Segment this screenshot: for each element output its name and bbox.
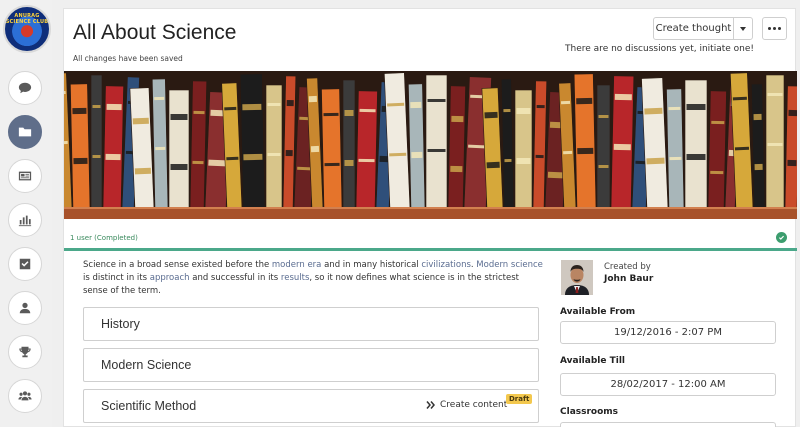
create-content-label: Create content — [440, 400, 508, 410]
nav-profile-button[interactable] — [8, 291, 42, 325]
double-chevron-right-icon — [426, 401, 435, 409]
section-label: Scientific Method — [101, 399, 197, 413]
main-panel: All About Science All changes have been … — [63, 8, 797, 427]
nav-news-button[interactable] — [8, 159, 42, 193]
more-options-button[interactable] — [762, 17, 787, 40]
section-label: Modern Science — [101, 358, 192, 372]
users-completed-link[interactable]: 1 user (Completed) — [70, 234, 138, 242]
nav-content-button[interactable] — [8, 115, 42, 149]
group-icon — [18, 391, 32, 401]
nav-reports-button[interactable] — [8, 203, 42, 237]
creator-avatar-image — [561, 260, 593, 295]
save-status: All changes have been saved — [73, 54, 183, 63]
available-from-field[interactable]: 19/12/2016 - 2:07 PM — [560, 321, 776, 344]
section-history[interactable]: History — [83, 307, 539, 341]
chat-bubble-icon — [18, 82, 32, 94]
created-by-label: Created by — [604, 262, 651, 272]
desc-text: and in many historical — [321, 260, 422, 270]
available-till-field[interactable]: 28/02/2017 - 12:00 AM — [560, 373, 776, 396]
nav-achievements-button[interactable] — [8, 335, 42, 369]
available-till-label: Available Till — [560, 356, 625, 366]
create-thought-button[interactable]: Create thought — [653, 17, 734, 40]
ellipsis-icon — [768, 27, 781, 30]
logo-text: ANURAG SCIENCE CLUB — [5, 13, 49, 25]
link-civilizations[interactable]: civilizations — [421, 260, 471, 270]
link-modern-science[interactable]: Modern science — [476, 260, 543, 270]
link-modern-era[interactable]: modern era — [272, 260, 321, 270]
classrooms-label: Classrooms — [560, 407, 619, 417]
creator-avatar[interactable] — [561, 260, 593, 295]
topic-description: Science in a broad sense existed before … — [83, 259, 543, 298]
sidebar: ANURAG SCIENCE CLUB — [0, 0, 52, 427]
draft-badge: Draft — [506, 394, 533, 404]
user-icon — [19, 302, 31, 314]
completed-check-icon — [776, 232, 787, 243]
link-results[interactable]: results — [281, 273, 309, 283]
link-approach[interactable]: approach — [150, 273, 190, 283]
section-modern-science[interactable]: Modern Science — [83, 348, 539, 382]
creator-name[interactable]: John Baur — [604, 274, 653, 284]
completion-progress-bar — [64, 248, 797, 251]
bookshelf-banner — [64, 71, 797, 219]
checkbox-icon — [19, 258, 31, 270]
bookshelf-banner-image — [64, 71, 797, 219]
desc-text: is distinct in its — [83, 273, 150, 283]
create-content-button[interactable]: Create content — [426, 400, 507, 410]
create-thought-dropdown-button[interactable] — [733, 17, 753, 40]
page-title: All About Science — [73, 21, 237, 44]
desc-text: Science in a broad sense existed before … — [83, 260, 272, 270]
nav-discussions-button[interactable] — [8, 71, 42, 105]
trophy-icon — [19, 346, 31, 358]
caret-down-icon — [740, 26, 746, 31]
discussion-note: There are no discussions yet, initiate o… — [565, 44, 754, 54]
available-from-label: Available From — [560, 307, 636, 317]
club-logo[interactable]: ANURAG SCIENCE CLUB — [3, 5, 51, 53]
section-scientific-method[interactable]: Scientific Method Create content Draft — [83, 389, 539, 423]
desc-text: and successful in its — [189, 273, 281, 283]
classrooms-field[interactable] — [560, 422, 776, 427]
bar-chart-icon — [18, 215, 32, 227]
newspaper-icon — [18, 171, 32, 181]
nav-tasks-button[interactable] — [8, 247, 42, 281]
section-label: History — [101, 317, 140, 331]
folder-icon — [18, 127, 32, 137]
nav-groups-button[interactable] — [8, 379, 42, 413]
